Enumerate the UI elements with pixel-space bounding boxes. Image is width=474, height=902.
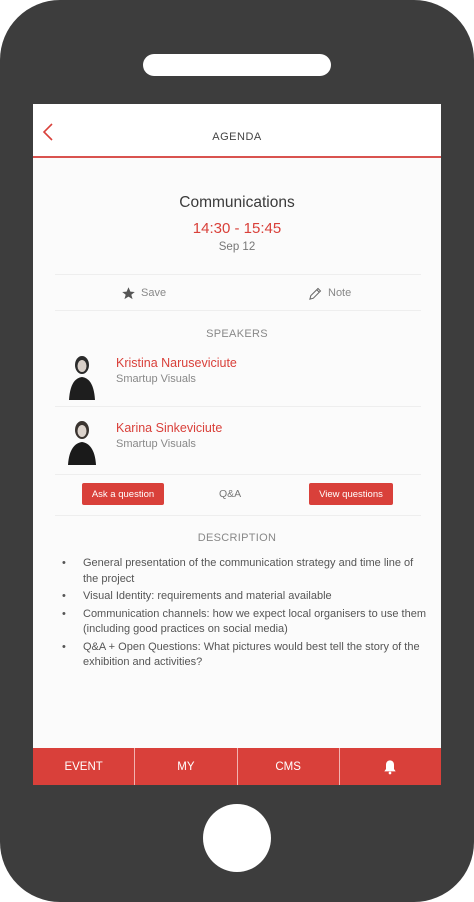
pencil-icon	[309, 287, 322, 300]
speaker-row[interactable]: Karina Sinkeviciute Smartup Visuals	[61, 417, 421, 469]
tab-cms[interactable]: CMS	[238, 748, 340, 785]
description-heading: DESCRIPTION	[197, 532, 277, 544]
speaker-company: Smartup Visuals	[116, 438, 196, 450]
speakers-heading: SPEAKERS	[206, 328, 268, 340]
note-button[interactable]: Note	[308, 284, 351, 302]
description-list: General presentation of the communicatio…	[59, 556, 427, 673]
speaker-avatar	[65, 352, 99, 400]
phone-frame: AGENDA Communications 14:30 - 15:45 Sep …	[0, 0, 474, 902]
star-icon	[122, 286, 135, 299]
ask-question-button[interactable]: Ask a question	[82, 483, 164, 505]
view-questions-button[interactable]: View questions	[309, 483, 393, 505]
description-item: Communication channels: how we expect lo…	[59, 607, 427, 638]
page-title: AGENDA	[212, 131, 262, 143]
save-button[interactable]: Save	[121, 284, 166, 302]
home-button[interactable]	[203, 804, 271, 872]
description-item: General presentation of the communicatio…	[59, 556, 427, 587]
app-header: AGENDA	[33, 104, 441, 158]
bell-icon	[384, 759, 397, 774]
phone-speaker-slot	[143, 54, 331, 76]
session-title: Communications	[179, 194, 295, 211]
save-label: Save	[141, 287, 167, 299]
speaker-avatar	[65, 417, 99, 465]
divider	[55, 310, 421, 311]
divider	[55, 515, 421, 516]
divider	[55, 474, 421, 475]
tab-event[interactable]: EVENT	[33, 748, 136, 785]
divider	[55, 406, 421, 407]
speaker-row[interactable]: Kristina Naruseviciute Smartup Visuals	[61, 352, 421, 404]
bottom-tab-bar: EVENT MY CMS	[33, 748, 441, 785]
description-item: Q&A + Open Questions: What pictures woul…	[59, 640, 427, 671]
qa-label: Q&A	[219, 488, 242, 500]
description-item: Visual Identity: requirements and materi…	[59, 589, 427, 605]
speaker-company: Smartup Visuals	[116, 373, 196, 385]
note-label: Note	[328, 287, 352, 299]
speaker-name[interactable]: Kristina Naruseviciute	[116, 356, 237, 370]
divider	[55, 274, 421, 275]
session-time: 14:30 - 15:45	[192, 220, 282, 237]
tab-my[interactable]: MY	[135, 748, 238, 785]
app-screen: AGENDA Communications 14:30 - 15:45 Sep …	[33, 104, 441, 785]
session-date: Sep 12	[218, 241, 256, 253]
speaker-name[interactable]: Karina Sinkeviciute	[116, 421, 222, 435]
tab-notifications[interactable]	[340, 748, 441, 785]
